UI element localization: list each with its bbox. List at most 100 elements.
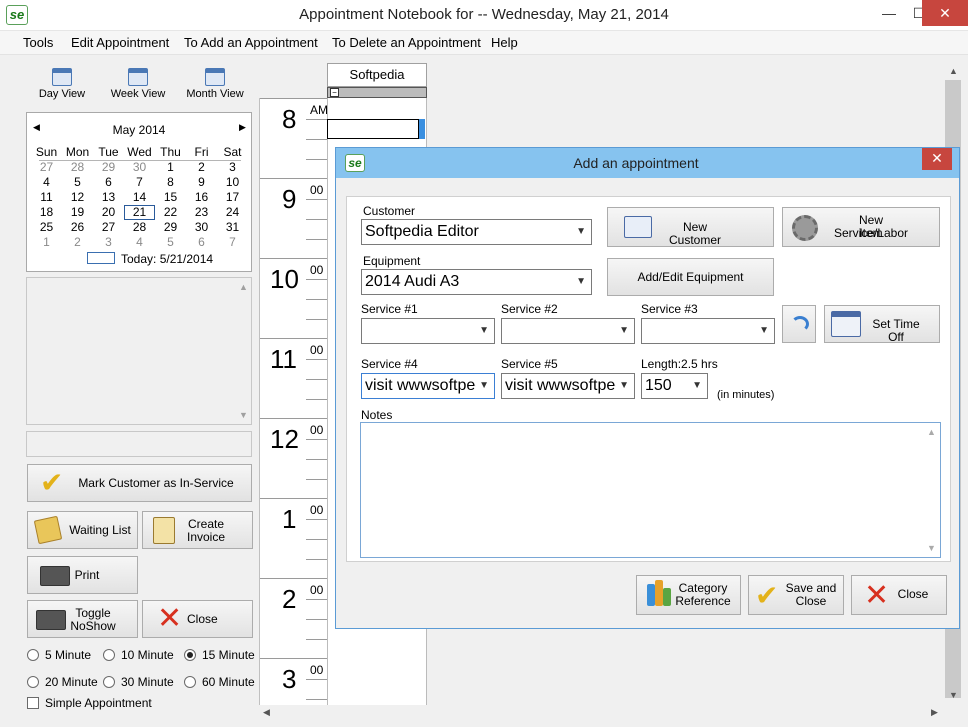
calendar-day[interactable]: 30: [124, 160, 155, 175]
calendar-day[interactable]: 15: [155, 190, 186, 205]
today-link[interactable]: Today: 5/21/2014: [121, 252, 213, 266]
interval-15-option[interactable]: 15 Minute: [184, 648, 255, 662]
interval-5-option[interactable]: 5 Minute: [27, 648, 91, 662]
notes-textarea[interactable]: ▲ ▼: [360, 422, 941, 558]
calendar-day[interactable]: 1: [31, 235, 62, 250]
menu-tools[interactable]: Tools: [23, 35, 53, 50]
scroll-down-arrow[interactable]: ▼: [239, 410, 248, 420]
menu-edit-appointment[interactable]: Edit Appointment: [71, 35, 169, 50]
service4-select[interactable]: visit wwwsoftpedia ▼: [361, 373, 495, 399]
scroll-up-arrow[interactable]: ▲: [927, 427, 936, 437]
customer-select[interactable]: Softpedia Editor ▼: [361, 219, 592, 245]
calendar-day[interactable]: 4: [124, 235, 155, 250]
customer-notes-pane[interactable]: ▲ ▼: [26, 277, 252, 425]
minimize-button[interactable]: —: [874, 0, 904, 26]
day-view-button[interactable]: Day View: [30, 66, 94, 106]
scroll-down-arrow[interactable]: ▼: [927, 543, 936, 553]
scroll-down-arrow[interactable]: ▼: [949, 690, 958, 700]
calendar-day[interactable]: 16: [186, 190, 217, 205]
calendar-day-selected[interactable]: 21: [124, 205, 155, 220]
calendar-day[interactable]: 27: [31, 160, 62, 175]
menu-delete-appointment[interactable]: To Delete an Appointment: [332, 35, 481, 50]
resource-column-header[interactable]: Softpedia: [327, 63, 427, 87]
collapse-icon[interactable]: −: [330, 88, 339, 97]
length-select[interactable]: 150 ▼: [641, 373, 708, 399]
calendar-day[interactable]: 19: [62, 205, 93, 220]
calendar-day[interactable]: 17: [217, 190, 248, 205]
save-and-close-button[interactable]: ✔ Save and Close: [748, 575, 844, 615]
calendar-day[interactable]: 12: [62, 190, 93, 205]
interval-10-option[interactable]: 10 Minute: [103, 648, 174, 662]
calendar-day[interactable]: 5: [62, 175, 93, 190]
calendar-day[interactable]: 3: [217, 160, 248, 175]
calendar-day[interactable]: 9: [186, 175, 217, 190]
calendar-day[interactable]: 2: [186, 160, 217, 175]
create-invoice-button[interactable]: Create Invoice: [142, 511, 253, 549]
month-view-button[interactable]: Month View: [183, 66, 247, 106]
service2-select[interactable]: ▼: [501, 318, 635, 344]
clipboard-icon: [153, 517, 175, 544]
calendar-day[interactable]: 7: [124, 175, 155, 190]
calendar-day[interactable]: 27: [93, 220, 124, 235]
set-time-off-button[interactable]: Set Time Off: [824, 305, 940, 344]
horizontal-scrollbar[interactable]: ◀ ▶: [259, 705, 944, 721]
calendar-day[interactable]: 26: [62, 220, 93, 235]
calendar-day[interactable]: 3: [93, 235, 124, 250]
calendar-next-button[interactable]: ▶: [239, 122, 246, 133]
scroll-up-arrow[interactable]: ▲: [239, 282, 248, 292]
selected-time-slot[interactable]: [327, 119, 419, 139]
calendar-day[interactable]: 24: [217, 205, 248, 220]
calendar-day[interactable]: 13: [93, 190, 124, 205]
toggle-noshow-button[interactable]: Toggle NoShow: [27, 600, 138, 638]
interval-30-option[interactable]: 30 Minute: [103, 675, 174, 689]
dialog-close-action-button[interactable]: ✕ Close: [851, 575, 947, 615]
calendar-day[interactable]: 18: [31, 205, 62, 220]
calendar-day[interactable]: 25: [31, 220, 62, 235]
calendar-day[interactable]: 29: [155, 220, 186, 235]
calendar-day[interactable]: 6: [93, 175, 124, 190]
category-reference-button[interactable]: Category Reference: [636, 575, 741, 615]
service1-select[interactable]: ▼: [361, 318, 495, 344]
calendar-day[interactable]: 11: [31, 190, 62, 205]
print-button[interactable]: Print: [27, 556, 138, 594]
equipment-select[interactable]: 2014 Audi A3 ▼: [361, 269, 592, 295]
service3-select[interactable]: ▼: [641, 318, 775, 344]
window-close-button[interactable]: ✕: [922, 0, 968, 26]
dialog-close-button[interactable]: ✕: [922, 148, 952, 170]
new-customer-button[interactable]: New Customer: [607, 207, 774, 247]
calendar-day[interactable]: 10: [217, 175, 248, 190]
scroll-up-arrow[interactable]: ▲: [949, 66, 958, 76]
calendar-day[interactable]: 23: [186, 205, 217, 220]
calendar-day[interactable]: 28: [124, 220, 155, 235]
calendar-day[interactable]: 22: [155, 205, 186, 220]
waiting-list-button[interactable]: Waiting List: [27, 511, 138, 549]
scroll-right-arrow[interactable]: ▶: [931, 707, 938, 718]
calendar-day[interactable]: 4: [31, 175, 62, 190]
calendar-day[interactable]: 2: [62, 235, 93, 250]
simple-appointment-checkbox[interactable]: Simple Appointment: [27, 696, 152, 710]
calendar-day[interactable]: 1: [155, 160, 186, 175]
length-label: Length:2.5 hrs: [641, 357, 718, 371]
calendar-day[interactable]: 7: [217, 235, 248, 250]
interval-60-option[interactable]: 60 Minute: [184, 675, 255, 689]
calendar-day[interactable]: 30: [186, 220, 217, 235]
calendar-day[interactable]: 8: [155, 175, 186, 190]
menu-help[interactable]: Help: [491, 35, 518, 50]
menu-add-appointment[interactable]: To Add an Appointment: [184, 35, 318, 50]
calendar-day[interactable]: 31: [217, 220, 248, 235]
calendar-day[interactable]: 6: [186, 235, 217, 250]
calendar-day[interactable]: 28: [62, 160, 93, 175]
calendar-day[interactable]: 29: [93, 160, 124, 175]
week-view-button[interactable]: Week View: [106, 66, 170, 106]
refresh-button[interactable]: [782, 305, 816, 343]
add-edit-equipment-button[interactable]: Add/Edit Equipment: [607, 258, 774, 296]
new-service-button[interactable]: New Service/Labor Item: [782, 207, 940, 247]
mark-in-service-button[interactable]: ✔ Mark Customer as In-Service: [27, 464, 252, 502]
calendar-day[interactable]: 14: [124, 190, 155, 205]
interval-20-option[interactable]: 20 Minute: [27, 675, 98, 689]
service5-select[interactable]: visit wwwsoftpedia ▼: [501, 373, 635, 399]
calendar-day[interactable]: 20: [93, 205, 124, 220]
calendar-day[interactable]: 5: [155, 235, 186, 250]
scroll-left-arrow[interactable]: ◀: [263, 707, 270, 718]
close-button-left[interactable]: ✕ Close: [142, 600, 253, 638]
